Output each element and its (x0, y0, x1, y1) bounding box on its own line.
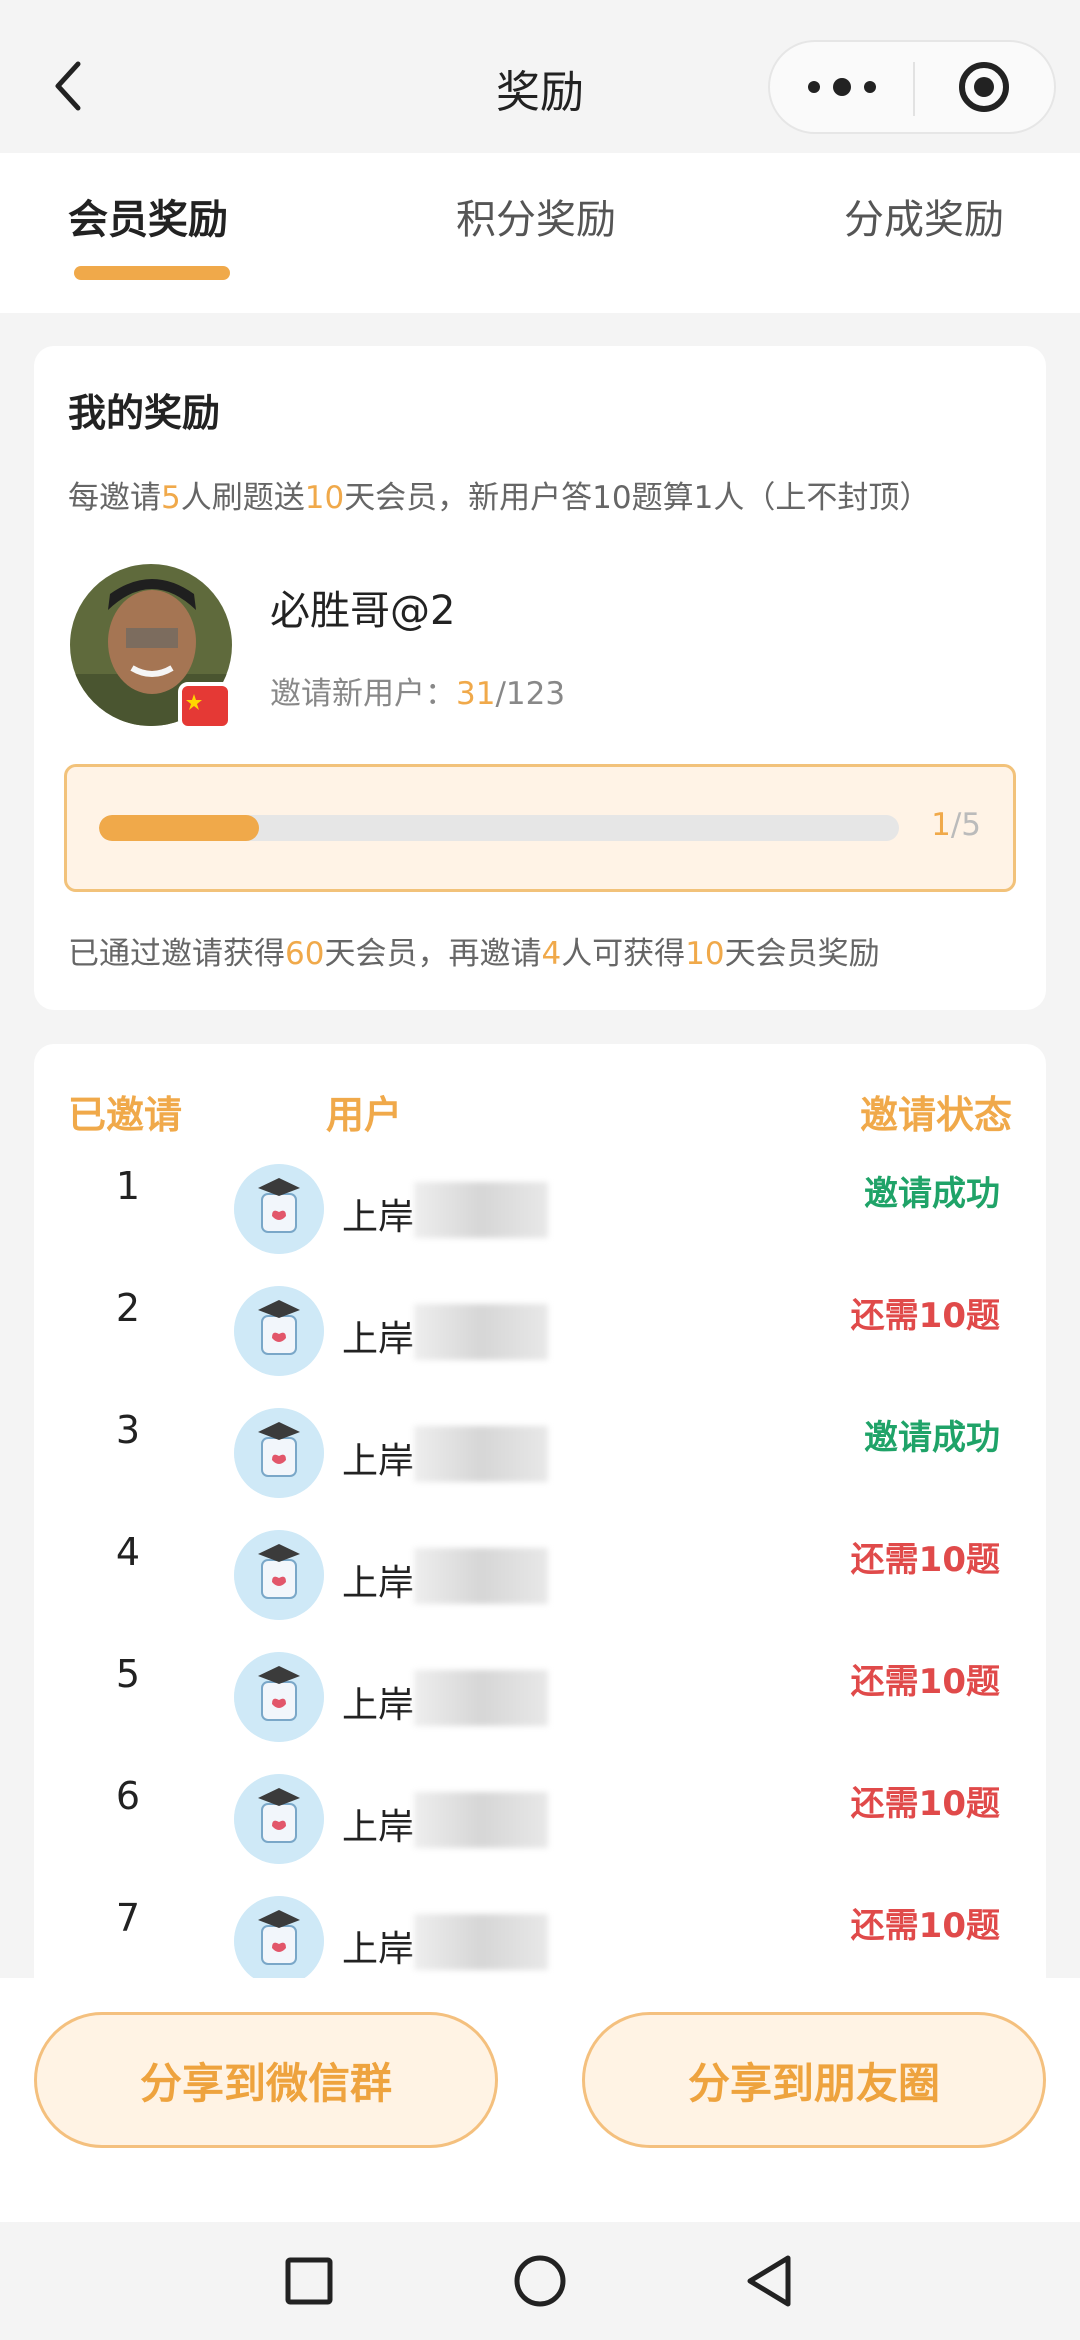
redacted-name-blur (414, 1670, 548, 1726)
row-number: 1 (115, 1164, 141, 1208)
my-reward-card: 我的奖励 每邀请5人刷题送10天会员，新用户答10题算1人（上不封顶） 必胜哥@… (34, 346, 1046, 1010)
user-name: 上岸 (342, 1929, 415, 1970)
progress-track (99, 815, 899, 841)
invite-progress-box: 1/5 (64, 764, 1016, 892)
progress-text: 1/5 (931, 807, 981, 843)
row-number: 2 (115, 1286, 141, 1330)
header-status: 邀请状态 (859, 1093, 1012, 1137)
row-number: 6 (115, 1774, 141, 1818)
more-menu-button[interactable] (770, 42, 913, 132)
mini-program-capsule (768, 40, 1056, 134)
tab-commission-reward[interactable]: 分成奖励 (844, 187, 1004, 245)
redacted-name-blur (414, 1792, 548, 1848)
user-name: 上岸 (342, 1807, 415, 1848)
invite-status: 还需10题 (850, 1540, 1000, 1580)
share-moments-button[interactable]: 分享到朋友圈 (582, 2012, 1046, 2148)
top-nav-bar: 奖励 (0, 0, 1080, 153)
reward-tabs: 会员奖励 积分奖励 分成奖励 (0, 153, 1080, 313)
user-avatar-icon (234, 1286, 324, 1376)
list-item: 3 上岸 邀请成功 (34, 1408, 1046, 1530)
active-tab-indicator (74, 266, 230, 280)
invite-status: 还需10题 (850, 1906, 1000, 1946)
user-name: 上岸 (342, 1319, 415, 1360)
row-number: 3 (115, 1408, 141, 1452)
invite-status: 邀请成功 (864, 1174, 1000, 1214)
list-item: 6 上岸 还需10题 (34, 1774, 1046, 1896)
user-avatar-icon (234, 1164, 324, 1254)
header-invited: 已邀请 (68, 1093, 183, 1137)
reward-rule-text: 每邀请5人刷题送10天会员，新用户答10题算1人（上不封顶） (68, 480, 931, 516)
share-bar: 分享到微信群 分享到朋友圈 (0, 1978, 1080, 2222)
close-mini-program-button[interactable] (915, 42, 1056, 132)
redacted-name-blur (414, 1304, 548, 1360)
system-nav-bar (0, 2222, 1080, 2340)
redacted-name-blur (414, 1426, 548, 1482)
list-item: 5 上岸 还需10题 (34, 1652, 1046, 1774)
invited-users-list: 已邀请 用户 邀请状态 1 上岸 邀请成功 2 上岸 还需10题 3 上岸 邀请成功 4 上岸 还需1… (34, 1044, 1046, 2044)
list-item: 2 上岸 还需10题 (34, 1286, 1046, 1408)
redacted-name-blur (414, 1182, 548, 1238)
row-number: 5 (115, 1652, 141, 1696)
row-number: 4 (115, 1530, 141, 1574)
earned-summary-text: 已通过邀请获得60天会员，再邀请4人可获得10天会员奖励 (68, 936, 880, 972)
progress-fill (99, 815, 259, 841)
back-triangle-icon[interactable] (736, 2246, 806, 2316)
user-name: 上岸 (342, 1197, 415, 1238)
tab-member-reward[interactable]: 会员奖励 (68, 187, 228, 245)
user-avatar-icon (234, 1774, 324, 1864)
recent-apps-square-icon[interactable] (274, 2246, 344, 2316)
invite-status: 还需10题 (850, 1296, 1000, 1336)
header-user: 用户 (326, 1093, 403, 1137)
user-avatar-icon (234, 1652, 324, 1742)
target-close-icon (959, 62, 1009, 112)
redacted-name-blur (414, 1914, 548, 1970)
user-name: 上岸 (342, 1563, 415, 1604)
user-avatar-icon (234, 1408, 324, 1498)
user-avatar-icon (234, 1530, 324, 1620)
list-item: 1 上岸 邀请成功 (34, 1164, 1046, 1286)
more-dots-icon (808, 78, 876, 96)
share-wechat-group-button[interactable]: 分享到微信群 (34, 2012, 498, 2148)
redacted-name-blur (414, 1548, 548, 1604)
user-name: 必胜哥@2 (270, 588, 456, 634)
user-name: 上岸 (342, 1685, 415, 1726)
list-item: 4 上岸 还需10题 (34, 1530, 1046, 1652)
flag-badge-icon (178, 682, 232, 730)
invite-count: 邀请新用户：31/123 (270, 676, 566, 712)
tab-points-reward[interactable]: 积分奖励 (456, 187, 616, 245)
card-title: 我的奖励 (68, 391, 221, 435)
row-number: 7 (115, 1896, 141, 1940)
user-name: 上岸 (342, 1441, 415, 1482)
invite-status: 还需10题 (850, 1662, 1000, 1702)
invite-status: 邀请成功 (864, 1418, 1000, 1458)
invite-status: 还需10题 (850, 1784, 1000, 1824)
user-avatar-icon (234, 1896, 324, 1986)
home-circle-icon[interactable] (505, 2246, 575, 2316)
